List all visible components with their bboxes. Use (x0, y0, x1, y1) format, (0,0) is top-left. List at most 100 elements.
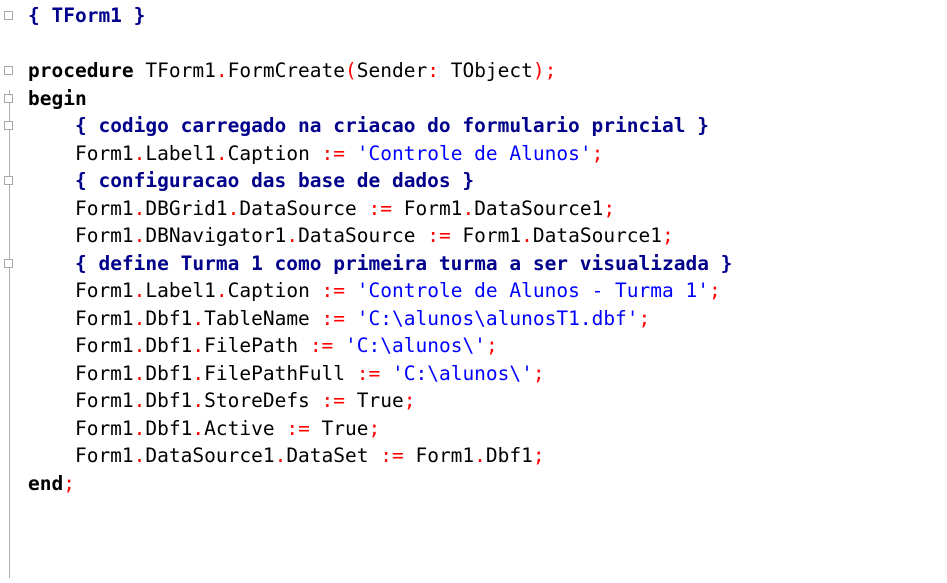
code-token: ; (532, 444, 545, 467)
code-token: begin (28, 86, 87, 110)
code-token: Form1 (28, 444, 134, 467)
code-token: . (215, 279, 228, 302)
fold-toggle-icon[interactable] (4, 66, 13, 75)
code-token: DataSource (239, 196, 369, 220)
code-token: := (427, 224, 451, 247)
code-line: end; (28, 470, 732, 498)
code-token: 'C:\alunos\alunosT1.dbf' (356, 306, 639, 330)
code-area[interactable]: { TForm1 } procedure TForm1.FormCreate(S… (28, 2, 732, 497)
code-token: procedure (28, 59, 134, 82)
fold-toggle-icon[interactable] (4, 11, 13, 20)
code-token: TForm1 (133, 59, 216, 82)
code-token: ( (345, 59, 357, 82)
code-line: begin (28, 85, 732, 113)
code-token: . (133, 196, 146, 220)
code-token: ; (403, 389, 416, 412)
code-token: DataSource (298, 224, 428, 247)
code-token: ); (532, 59, 557, 82)
code-token: Form1 (28, 141, 134, 165)
code-token: { configuracao das base de dados } (74, 169, 475, 192)
code-token: . (192, 334, 205, 357)
code-line: Form1.DBNavigator1.DataSource := Form1.D… (28, 222, 732, 250)
code-token: := (321, 279, 346, 302)
code-token: Form1 (28, 196, 134, 220)
code-line: procedure TForm1.FormCreate(Sender: TObj… (28, 57, 732, 85)
code-token: := (368, 196, 392, 220)
code-token: . (192, 361, 205, 385)
code-token: . (474, 444, 486, 467)
code-line: { codigo carregado na criacao do formula… (28, 112, 732, 140)
code-token: 'Controle de Alunos' (356, 141, 592, 165)
code-line: Form1.Dbf1.FilePathFull := 'C:\alunos\'; (28, 360, 732, 388)
code-line: { define Turma 1 como primeira turma a s… (28, 250, 732, 278)
code-token: ; (485, 334, 498, 357)
code-token: . (274, 444, 287, 467)
code-token: { define Turma 1 como primeira turma a s… (74, 251, 733, 275)
code-token: Dbf1 (145, 361, 193, 385)
code-token: Label1 (145, 279, 216, 302)
code-token: Form1 (28, 361, 134, 385)
code-token: : (427, 59, 439, 82)
code-line: Form1.Dbf1.StoreDefs := True; (28, 387, 732, 415)
code-token: := (321, 141, 346, 165)
code-token: . (286, 224, 299, 247)
fold-toggle-icon[interactable] (4, 176, 13, 185)
code-token: Dbf1 (145, 306, 193, 330)
code-token: . (521, 224, 533, 247)
code-line: { configuracao das base de dados } (28, 167, 732, 195)
code-token: . (133, 444, 146, 467)
code-token: DBGrid1 (145, 196, 228, 220)
code-token: Form1 (450, 224, 522, 247)
code-token: := (321, 306, 346, 330)
code-token: . (133, 361, 146, 385)
code-token: ; (368, 416, 381, 440)
code-token: . (133, 279, 146, 302)
code-token: . (133, 389, 146, 412)
code-token: DataSource1 (532, 224, 663, 247)
code-token: { codigo carregado na criacao do formula… (74, 114, 709, 137)
fold-toggle-icon[interactable] (4, 121, 13, 130)
code-token: . (215, 59, 228, 82)
code-token: . (227, 196, 240, 220)
code-token: FilePath (204, 334, 310, 357)
code-line: Form1.Label1.Caption := 'Controle de Alu… (28, 277, 732, 305)
fold-toggle-icon[interactable] (4, 258, 13, 268)
code-token: Form1 (391, 196, 463, 220)
code-token: . (192, 416, 205, 440)
code-line: Form1.Label1.Caption := 'Controle de Alu… (28, 140, 732, 168)
code-token: ; (532, 361, 545, 385)
code-token: Dbf1 (145, 416, 193, 440)
code-token: DataSet (286, 444, 381, 467)
fold-toggle-icon[interactable] (4, 93, 13, 103)
code-token: . (133, 141, 146, 165)
code-token: TableName (204, 306, 322, 330)
code-token: ; (708, 279, 721, 302)
code-token: Form1 (28, 334, 134, 357)
code-token: . (462, 196, 475, 220)
code-token: := (286, 416, 310, 440)
code-token: . (133, 224, 146, 247)
code-token: end (28, 471, 64, 495)
code-editor[interactable]: { TForm1 } procedure TForm1.FormCreate(S… (0, 0, 947, 583)
code-token: . (133, 416, 146, 440)
fold-gutter (0, 0, 22, 583)
code-token: Dbf1 (145, 334, 193, 357)
code-token: StoreDefs (204, 389, 322, 412)
code-line: Form1.DBGrid1.DataSource := Form1.DataSo… (28, 195, 732, 223)
code-token: Caption (227, 279, 322, 302)
code-line: Form1.DataSource1.DataSet := Form1.Dbf1; (28, 442, 732, 470)
code-token: ; (662, 224, 674, 247)
code-token: Sender (356, 59, 428, 82)
code-token: Form1 (28, 416, 134, 440)
code-token: Label1 (145, 141, 216, 165)
code-token: Active (204, 416, 287, 440)
